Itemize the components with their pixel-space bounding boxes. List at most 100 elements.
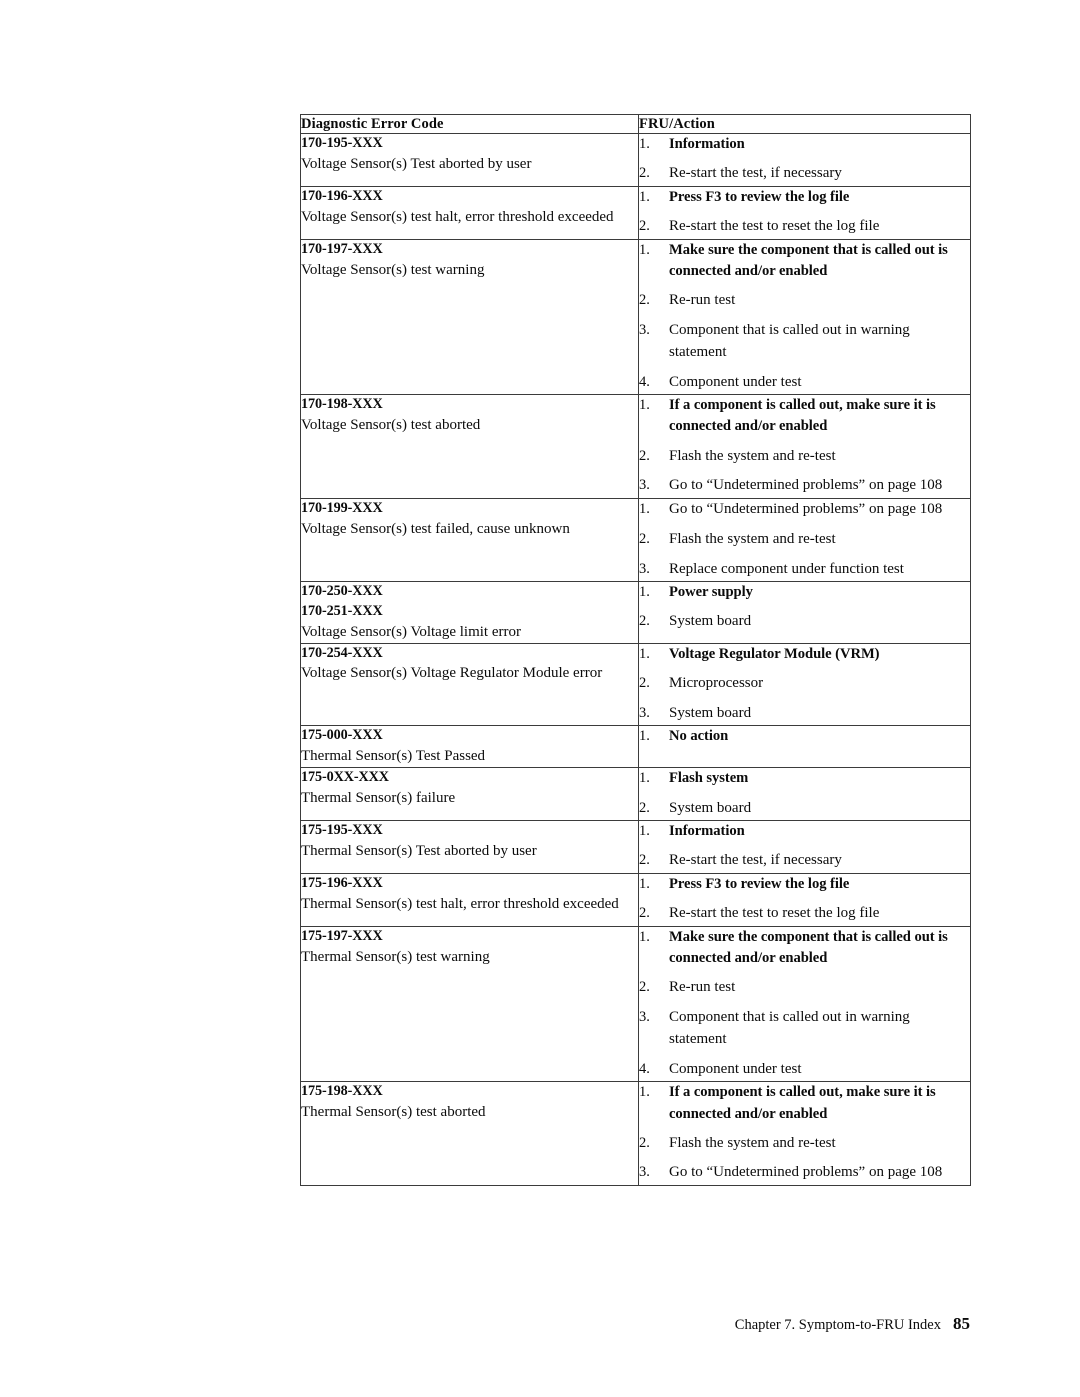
fru-action-number: 3. [639, 1164, 650, 1181]
fru-action-text: Component under test [669, 1060, 802, 1077]
fru-action-text: Voltage Regulator Module (VRM) [669, 645, 880, 662]
error-code-id: 170-197-XXX [301, 240, 383, 257]
fru-action-number: 2. [639, 218, 650, 235]
fru-action-text: Go to “Undetermined problems” on page 10… [669, 501, 943, 518]
fru-action-item: 3. Go to “Undetermined problems” on page … [639, 475, 970, 497]
fru-action-text: Information [669, 136, 745, 153]
fru-action-list: 1. Information 2. Re-start the test, if nec… [639, 134, 970, 185]
error-code-cell: 175-195-XXX Thermal Sensor(s) Test aborte… [300, 820, 639, 875]
fru-action-number: 2. [639, 447, 650, 464]
fru-action-number: 2. [639, 165, 650, 182]
error-code-id: 175-198-XXX [301, 1083, 383, 1100]
footer-page-number: 85 [953, 1314, 970, 1333]
error-code-cell: 170-195-XXX Voltage Sensor(s) Test aborte… [300, 133, 639, 188]
fru-action-item: 2. Microprocessor [639, 673, 970, 695]
fru-action-item: 1. If a component is called out, make sur… [639, 395, 970, 437]
error-code-id: 170-198-XXX [301, 396, 383, 413]
fru-action-text: Component under test [669, 373, 802, 390]
fru-action-item: 1. Go to “Undetermined problems” on page … [639, 499, 970, 521]
table-row: 170-250-XXX 170-251-XXX Voltage Sensor(s) … [300, 581, 971, 644]
fru-action-number: 3. [639, 560, 650, 577]
fru-action-number: 2. [639, 530, 650, 547]
fru-action-text: Press F3 to review the log file [669, 876, 850, 893]
document-page: Diagnostic Error Code FRU/Action 170-195… [0, 0, 1080, 1397]
error-code-id: 170-195-XXX [301, 135, 383, 152]
fru-action-list: 1. No action [639, 726, 970, 747]
fru-action-item: 4. Component under test [639, 1059, 970, 1081]
fru-action-text: Flash the system and re-test [669, 447, 836, 464]
fru-action-item: 4. Component under test [639, 372, 970, 394]
fru-action-number: 1. [639, 929, 650, 946]
fru-action-text: If a component is called out, make sure … [669, 1084, 936, 1122]
fru-action-item: 2. System board [639, 798, 970, 820]
error-code-id: 170-199-XXX [301, 500, 383, 517]
table-row: 175-0XX-XXX Thermal Sensor(s) failure 1. Fl… [300, 767, 971, 822]
page-footer: Chapter 7. Symptom-to-FRU Index 85 [735, 1314, 970, 1334]
table-row: 170-196-XXX Voltage Sensor(s) test halt, … [300, 186, 971, 240]
error-code-description: Thermal Sensor(s) test aborted [301, 1103, 486, 1120]
fru-action-item: 2. Re-start the test to reset the log fil… [639, 216, 970, 238]
fru-action-cell: 1. Press F3 to review the log file 2. Re-st… [638, 186, 971, 240]
fru-action-item: 1. Power supply [639, 582, 970, 603]
error-code-cell: 175-0XX-XXX Thermal Sensor(s) failure [300, 767, 639, 822]
table-row: 175-197-XXX Thermal Sensor(s) test warnin… [300, 926, 971, 1083]
fru-action-number: 2. [639, 674, 650, 691]
fru-action-number: 1. [639, 1084, 650, 1101]
error-code-description: Voltage Sensor(s) Test aborted by user [301, 155, 532, 172]
error-code-description: Thermal Sensor(s) Test aborted by user [301, 842, 537, 859]
fru-action-item: 1. Press F3 to review the log file [639, 187, 970, 208]
fru-action-item: 1. Press F3 to review the log file [639, 874, 970, 895]
error-code-id: 170-254-XXX [301, 644, 383, 661]
error-code-description: Thermal Sensor(s) failure [301, 789, 456, 806]
fru-action-cell: 1. Make sure the component that is called… [638, 926, 971, 1083]
fru-action-number: 4. [639, 373, 650, 390]
fru-action-item: 2. Re-run test [639, 290, 970, 312]
fru-action-text: Re-run test [669, 979, 736, 996]
error-code-id: 170-196-XXX [301, 188, 383, 205]
fru-action-item: 1. No action [639, 726, 970, 747]
error-code-id: 170-250-XXX [301, 583, 383, 600]
fru-action-number: 2. [639, 292, 650, 309]
fru-action-item: 1. Make sure the component that is called… [639, 240, 970, 282]
fru-action-number: 1. [639, 501, 650, 518]
fru-action-number: 1. [639, 876, 650, 893]
fru-action-number: 1. [639, 823, 650, 840]
fru-action-number: 1. [639, 770, 650, 787]
table-row: 175-000-XXX Thermal Sensor(s) Test Passed… [300, 725, 971, 769]
fru-action-item: 2. Re-start the test, if necessary [639, 163, 970, 185]
fru-action-item: 2. Flash the system and re-test [639, 1133, 970, 1155]
fru-action-text: Component that is called out in warning … [669, 1009, 910, 1047]
fru-action-list: 1. Information 2. Re-start the test, if nec… [639, 821, 970, 872]
fru-action-text: Go to “Undetermined problems” on page 10… [669, 1164, 943, 1181]
fru-action-text: System board [669, 704, 752, 721]
fru-action-item: 3. Replace component under function test [639, 559, 970, 581]
fru-action-text: System board [669, 799, 752, 816]
fru-action-number: 2. [639, 852, 650, 869]
fru-action-text: Component that is called out in warning … [669, 322, 910, 360]
error-code-cell: 175-198-XXX Thermal Sensor(s) test aborte… [300, 1081, 639, 1187]
error-code-cell: 175-196-XXX Thermal Sensor(s) test halt, … [300, 873, 639, 928]
error-code-cell: 170-196-XXX Voltage Sensor(s) test halt, … [300, 186, 639, 240]
error-code-id: 175-196-XXX [301, 875, 383, 892]
fru-action-number: 3. [639, 1009, 650, 1026]
fru-action-item: 3. System board [639, 703, 970, 725]
table-row: 170-198-XXX Voltage Sensor(s) test aborte… [300, 394, 971, 500]
fru-action-item: 1. Information [639, 821, 970, 842]
fru-action-item: 1. Voltage Regulator Module (VRM) [639, 644, 970, 665]
fru-action-text: Re-start the test, if necessary [669, 852, 842, 869]
fru-action-text: Flash the system and re-test [669, 1134, 836, 1151]
fru-action-item: 2. System board [639, 611, 970, 633]
fru-action-item: 1. Information [639, 134, 970, 155]
fru-action-text: No action [669, 728, 729, 745]
fru-action-number: 2. [639, 613, 650, 630]
fru-action-cell: 1. If a component is called out, make sur… [638, 394, 971, 500]
fru-action-number: 1. [639, 241, 650, 258]
fru-action-number: 3. [639, 704, 650, 721]
fru-action-item: 2. Re-start the test, if necessary [639, 850, 970, 872]
fru-action-item: 2. Flash the system and re-test [639, 446, 970, 468]
table-row: 170-199-XXX Voltage Sensor(s) test failed… [300, 498, 971, 583]
fru-action-item: 1. If a component is called out, make sur… [639, 1082, 970, 1124]
table-row: 175-196-XXX Thermal Sensor(s) test halt, … [300, 873, 971, 928]
column-header-fru-action: FRU/Action [638, 113, 971, 135]
error-code-description: Thermal Sensor(s) Test Passed [301, 748, 486, 765]
